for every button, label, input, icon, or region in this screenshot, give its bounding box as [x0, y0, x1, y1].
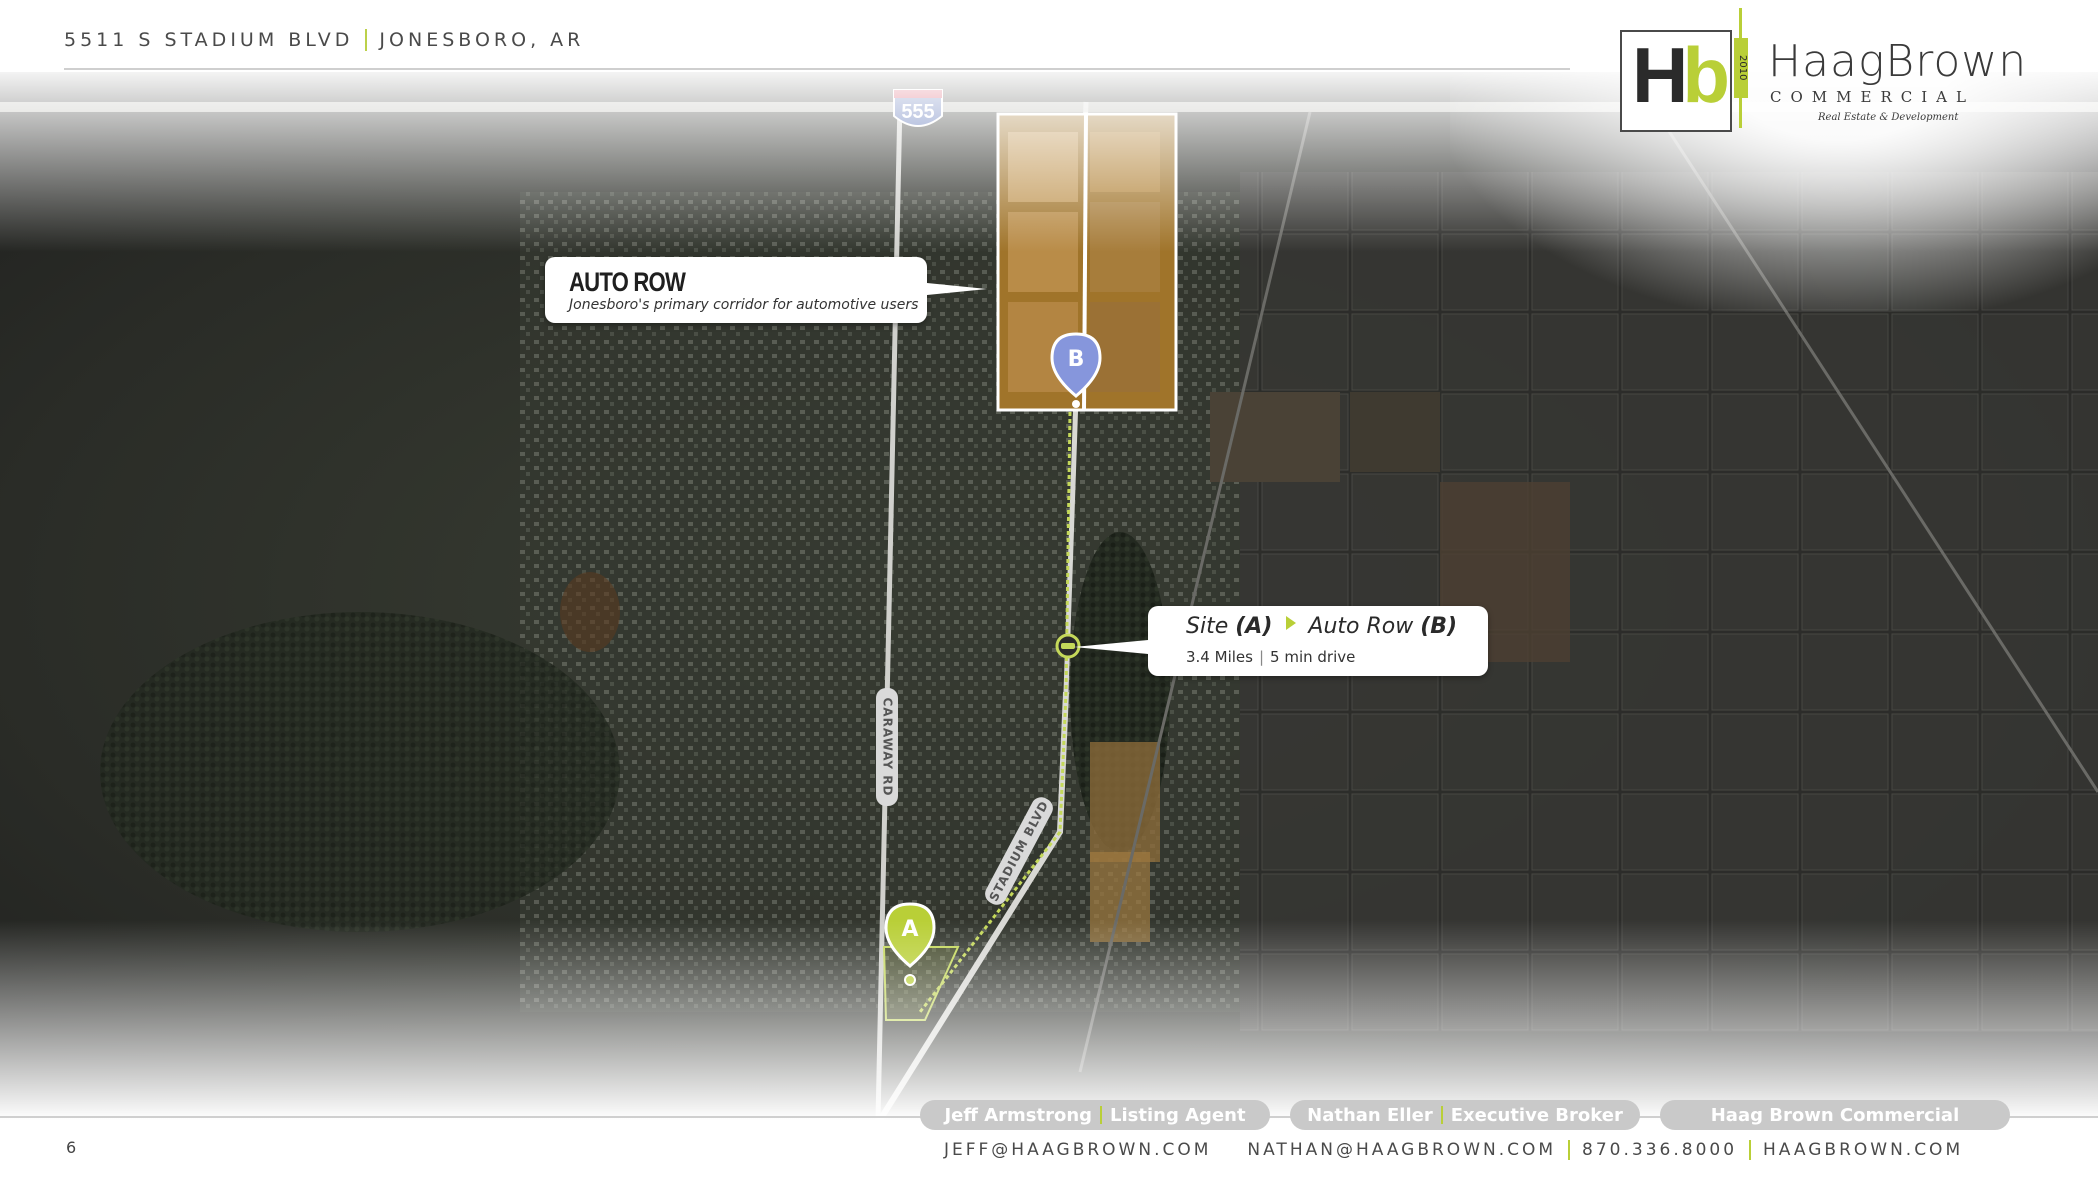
email-nathan-link[interactable]: NATHAN@HAAGBROWN.COM: [1247, 1140, 1556, 1160]
address-city: JONESBORO, AR: [379, 29, 585, 51]
auto-row-title: AUTO ROW: [569, 267, 686, 297]
logo-year: 2010: [1734, 38, 1748, 98]
route-details: 3.4 Miles | 5 min drive: [1186, 648, 1355, 666]
haagbrown-logo[interactable]: Hb 2010 HaagBrown COMMERCIAL Real Estate…: [1618, 8, 2026, 134]
phone-link[interactable]: 870.336.8000: [1582, 1140, 1737, 1160]
play-arrow-icon: [1286, 616, 1297, 630]
brown-patch: [560, 572, 620, 652]
company-pill: Haag Brown Commercial: [1660, 1100, 2010, 1130]
dealer-lot: [1090, 302, 1160, 392]
address-divider: [365, 29, 368, 51]
route-divider: |: [1258, 648, 1265, 666]
auto-row-callout: AUTO ROW Jonesboro's primary corridor fo…: [545, 257, 987, 323]
woods-area-west: [100, 612, 620, 932]
email-jeff-link[interactable]: JEFF@HAAGBROWN.COM: [944, 1140, 1211, 1160]
agent-pill-nathan: Nathan Eller Executive Broker: [1290, 1100, 1640, 1130]
field: [1210, 392, 1340, 482]
logo-monogram: Hb: [1632, 31, 1730, 119]
page-number: 6: [66, 1138, 77, 1157]
field: [1090, 742, 1160, 862]
pill-divider: [1440, 1106, 1443, 1124]
route-callout: Site (A) Auto Row (B) 3.4 Miles | 5 min dri…: [1074, 606, 1488, 676]
logo-name: HaagBrown: [1768, 36, 2028, 87]
svg-text:B: B: [1068, 347, 1085, 372]
logo-tagline: Real Estate & Development: [1818, 112, 1959, 123]
agent-pill-jeff: Jeff Armstrong Listing Agent: [920, 1100, 1270, 1130]
map-fade-bottom: [0, 920, 2098, 1120]
aerial-map[interactable]: 555 B A: [0, 72, 2098, 1120]
route-title: Site (A) Auto Row (B): [1186, 614, 1458, 639]
header-divider: [64, 68, 1570, 70]
logo-subtitle: COMMERCIAL: [1770, 88, 1975, 106]
header-address: 5511 S STADIUM BLVD JONESBORO, AR: [64, 24, 584, 56]
field: [1350, 392, 1440, 472]
pill-divider: [1100, 1106, 1103, 1124]
address-street: 5511 S STADIUM BLVD: [64, 29, 354, 51]
caraway-rd-label: CARAWAY RD: [876, 688, 898, 806]
contact-divider: [1568, 1140, 1571, 1160]
contact-divider: [1749, 1140, 1752, 1160]
contact-row: JEFF@HAAGBROWN.COM NATHAN@HAAGBROWN.COM …: [944, 1136, 1963, 1164]
route-distance: 3.4 Miles: [1186, 648, 1253, 666]
auto-row-subtitle: Jonesboro's primary corridor for automot…: [569, 297, 919, 313]
route-drive-time: 5 min drive: [1270, 648, 1356, 666]
website-link[interactable]: HAAGBROWN.COM: [1763, 1140, 1963, 1160]
